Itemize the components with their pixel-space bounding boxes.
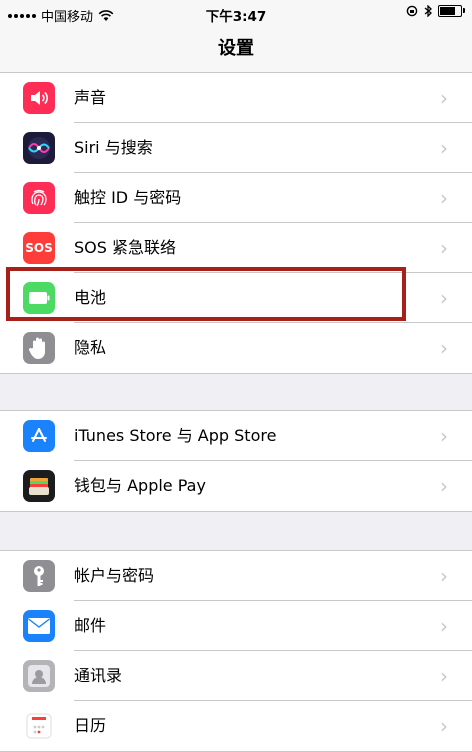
battery-indicator-icon xyxy=(438,5,465,17)
settings-row-wallet[interactable]: 钱包与 Apple Pay › xyxy=(0,461,472,511)
settings-row-mail[interactable]: 邮件 › xyxy=(0,601,472,651)
settings-row-appstore[interactable]: iTunes Store 与 App Store › xyxy=(0,411,472,461)
chevron-right-icon: › xyxy=(440,424,448,448)
settings-row-battery[interactable]: 电池 › xyxy=(0,273,472,323)
nav-bar: 设置 xyxy=(0,28,472,75)
siri-icon xyxy=(23,132,55,164)
mail-icon xyxy=(23,610,55,642)
settings-row-label: 帐户与密码 xyxy=(74,566,155,585)
settings-row-label: iTunes Store 与 App Store xyxy=(74,426,277,445)
chevron-right-icon: › xyxy=(440,614,448,638)
settings-row-label: 电池 xyxy=(74,288,107,307)
settings-row-label: 钱包与 Apple Pay xyxy=(74,476,206,495)
wallet-icon xyxy=(23,470,55,502)
settings-row-label: 触控 ID 与密码 xyxy=(74,188,182,207)
speaker-icon xyxy=(23,82,55,114)
settings-row-speaker[interactable]: 声音 › xyxy=(0,73,472,123)
page-title: 设置 xyxy=(218,38,254,59)
key-icon xyxy=(23,560,55,592)
chevron-right-icon: › xyxy=(440,664,448,688)
bluetooth-icon xyxy=(424,5,432,17)
contacts-icon xyxy=(23,660,55,692)
settings-row-label: 隐私 xyxy=(74,338,107,357)
status-time: 下午3:47 xyxy=(205,9,267,25)
calendar-icon xyxy=(23,710,55,742)
settings-row-label: Siri 与搜索 xyxy=(74,138,153,157)
sos-icon-text: SOS xyxy=(25,241,53,255)
sos-icon: SOS xyxy=(23,232,55,264)
fingerprint-icon xyxy=(23,182,55,214)
settings-row-label: 声音 xyxy=(74,88,107,107)
appstore-icon xyxy=(23,420,55,452)
chevron-right-icon: › xyxy=(440,336,448,360)
orientation-lock-icon xyxy=(406,5,418,17)
chevron-right-icon: › xyxy=(440,564,448,588)
settings-group-1: 声音 › Siri 与搜索 › 触控 ID 与密码 › SOS SOS 紧急联络 › 电池 › 隐私 › xyxy=(0,72,472,374)
chevron-right-icon: › xyxy=(440,236,448,260)
settings-row-hand[interactable]: 隐私 › xyxy=(0,323,472,373)
settings-row-contacts[interactable]: 通讯录 › xyxy=(0,651,472,701)
settings-row-label: 通讯录 xyxy=(74,666,123,685)
settings-row-key[interactable]: 帐户与密码 › xyxy=(0,551,472,601)
hand-icon xyxy=(23,332,55,364)
chevron-right-icon: › xyxy=(440,286,448,310)
battery-icon xyxy=(23,282,55,314)
settings-row-fingerprint[interactable]: 触控 ID 与密码 › xyxy=(0,173,472,223)
settings-row-sos[interactable]: SOS SOS 紧急联络 › xyxy=(0,223,472,273)
chevron-right-icon: › xyxy=(440,136,448,160)
settings-row-label: 邮件 xyxy=(74,616,107,635)
settings-group-2: iTunes Store 与 App Store › 钱包与 Apple Pay › xyxy=(0,410,472,512)
settings-group-3: 帐户与密码 › 邮件 › 通讯录 › 日历 › xyxy=(0,550,472,752)
chevron-right-icon: › xyxy=(440,186,448,210)
settings-row-label: SOS 紧急联络 xyxy=(74,238,176,257)
chevron-right-icon: › xyxy=(440,86,448,110)
settings-row-siri[interactable]: Siri 与搜索 › xyxy=(0,123,472,173)
chevron-right-icon: › xyxy=(440,474,448,498)
status-bar: 中国移动 下午3:47 xyxy=(0,0,472,28)
